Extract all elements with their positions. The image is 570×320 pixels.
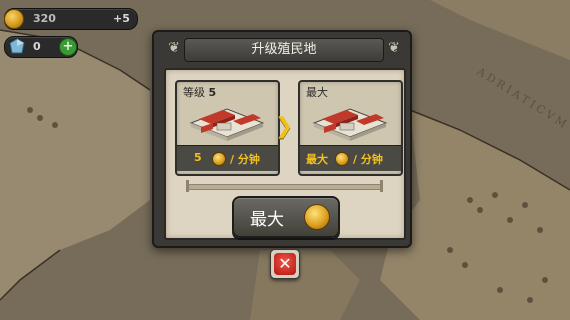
upgrade-button-label: 最大 (250, 210, 284, 230)
small-coin-icon (212, 152, 226, 166)
gold-counter: 320 +5 (4, 8, 138, 30)
gold-amount: 320 (33, 12, 56, 25)
next-rate-unit: / 分钟 (353, 153, 383, 166)
laurel-right-icon: ❦ (388, 40, 400, 56)
upgrade-max-button[interactable]: 最大 (232, 196, 340, 238)
add-gems-button[interactable]: + (59, 38, 77, 56)
close-button[interactable]: ✕ (270, 249, 300, 279)
gold-coin-icon (4, 9, 24, 29)
current-rate-value: 5 (194, 151, 202, 164)
next-level-card: 最大 最大 / 分钟 (298, 80, 403, 176)
current-level-value: 5 (208, 86, 217, 99)
colony-villa-upgraded-image (312, 108, 388, 141)
laurel-left-icon: ❦ (168, 40, 180, 56)
current-level-label: 等级 (183, 86, 205, 99)
current-level-card: 等级 5 5 / 分钟 (175, 80, 280, 176)
upgrade-arrow-icon: ❯ (275, 114, 294, 139)
current-rate-unit: / 分钟 (230, 153, 260, 166)
gem-amount: 0 (33, 40, 41, 53)
close-x-icon: ✕ (274, 253, 296, 275)
next-rate-value: 最大 (306, 153, 328, 166)
divider-cap-right (380, 180, 383, 192)
next-income-rate: 最大 / 分钟 (300, 145, 401, 171)
colony-villa-image (189, 108, 265, 141)
small-coin-icon (335, 152, 349, 166)
current-income-rate: 5 / 分钟 (177, 145, 278, 171)
divider-bar (188, 184, 382, 190)
gold-income: +5 (113, 12, 130, 25)
blue-gem-icon (9, 38, 25, 54)
dialog-title: 升级殖民地 (184, 38, 384, 62)
laurel-coin-icon (304, 204, 330, 230)
gem-counter: 0 + (4, 36, 78, 58)
next-level-label: 最大 (306, 86, 328, 99)
